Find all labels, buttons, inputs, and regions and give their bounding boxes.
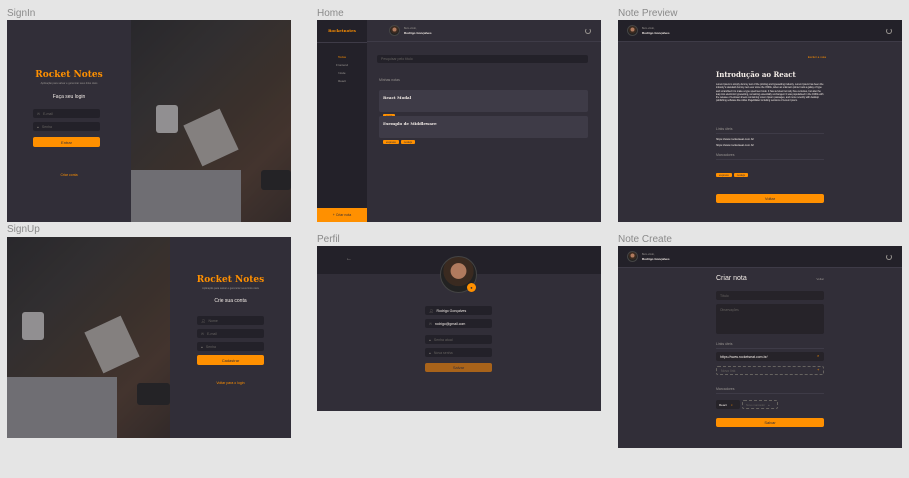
power-icon[interactable] [886,28,892,34]
mail-icon: ✉ [429,321,432,326]
frame-label-note-create: Note Create [618,234,672,245]
power-icon[interactable] [886,254,892,260]
note-title: React Modal [383,95,412,100]
user-name[interactable]: Rodrigo Gonçalves [642,257,670,261]
markers-title: Marcadores [716,387,735,391]
note-title: Introdução ao React [716,70,796,79]
current-password-input[interactable]: 🔒︎ Senha atual [425,335,492,344]
name-input[interactable]: 👤︎ Rodrigo Gonçalves [425,306,492,315]
user-icon: 👤︎ [201,318,206,323]
back-to-login-link[interactable]: Voltar para o login [170,381,291,385]
signin-button[interactable]: Entrar [33,137,100,147]
add-link-icon[interactable]: + [817,367,819,372]
sidebar-item-node[interactable]: Node [317,71,367,75]
preview-header: Bem-vindo, Rodrigo Gonçalves [618,20,902,42]
tag: nodejs [400,140,416,144]
signup-button[interactable]: Cadastrar [197,355,264,365]
avatar[interactable] [627,251,638,262]
search-input[interactable]: Pesquisar pelo título [377,55,588,63]
sidebar-brand: Rocketnotes [328,28,356,33]
user-name[interactable]: Rodrigo Gonçalves [404,31,432,35]
brand-title: Rocket Notes [196,275,265,285]
note-card[interactable]: Exemplo de Middleware express nodejs [379,116,588,144]
notes-textarea[interactable]: Observações [716,304,824,334]
password-input[interactable]: 🔒︎ Senha [197,342,264,351]
note-body: Lorem Ipsum is simply dummy text of the … [716,83,824,103]
add-tag-icon[interactable]: + [768,403,770,407]
frame-label-home: Home [317,8,344,19]
markers-title: Marcadores [716,153,735,157]
home-header: Bem-vindo, Rodrigo Gonçalves [367,20,601,42]
sidebar-item-react[interactable]: React [317,79,367,83]
new-link-input[interactable]: Novo link [716,366,824,375]
signup-title: Crie sua conta [214,298,247,304]
tag: nodejs [733,173,749,177]
link-item[interactable]: https://www.rocketseat.com.br/ [716,137,754,141]
tag: express [716,173,732,177]
signin-frame: Rocket Notes Aplicação para salvar e ger… [7,20,291,222]
frame-label-perfil: Perfil [317,234,340,245]
lock-icon: 🔒︎ [429,350,431,355]
email-input[interactable]: ✉ E-mail [33,109,100,118]
lock-icon: 🔒︎ [37,124,39,129]
sidebar-item-todos[interactable]: Todos [317,55,367,59]
sidebar: Rocketnotes Todos Frontend Node React + … [317,20,367,222]
background-photo [131,20,291,222]
save-button[interactable]: Salvar [425,363,492,372]
title-input[interactable]: Título [716,291,824,300]
lock-icon: 🔒︎ [429,337,431,342]
signup-frame: Rocket Notes Aplicação para salvar e ger… [7,237,291,438]
frame-label-signup: SignUp [7,224,40,235]
note-title: Exemplo de Middleware [383,121,437,126]
sidebar-item-frontend[interactable]: Frontend [317,63,367,67]
save-button[interactable]: Salvar [716,418,824,427]
email-input[interactable]: ✉ rodrigo@gmail.com [425,319,492,328]
mail-icon: ✉ [37,111,40,116]
note-card[interactable]: React Modal react [379,90,588,118]
tag: express [383,140,399,144]
links-title: Links úteis [716,342,733,346]
delete-note-link[interactable]: Excluir a nota [808,55,826,59]
brand-tagline: Aplicação para salvar e gerenciar seus l… [40,82,98,85]
links-title: Links úteis [716,127,733,131]
user-name[interactable]: Rodrigo Gonçalves [642,31,670,35]
brand-title: Rocket Notes [35,70,103,80]
back-link[interactable]: Voltar [816,277,824,281]
user-icon: 👤︎ [429,308,434,313]
note-create-frame: Bem-vindo, Rodrigo Gonçalves Criar nota … [618,246,902,448]
link-item: https://www.rocketseat.com.br/ [716,352,824,361]
camera-icon[interactable]: ● [467,283,476,292]
tag-item: React × [716,400,740,409]
frame-label-note-preview: Note Preview [618,8,678,19]
avatar[interactable] [389,25,400,36]
email-input[interactable]: ✉ E-mail [197,329,264,338]
remove-link-icon[interactable]: × [817,353,819,358]
avatar[interactable] [627,25,638,36]
frame-label-signin: SignIn [7,8,36,19]
back-button[interactable]: Voltar [716,194,824,203]
password-input[interactable]: 🔒︎ Senha [33,122,100,131]
power-icon[interactable] [585,28,591,34]
note-preview-frame: Bem-vindo, Rodrigo Gonçalves Excluir a n… [618,20,902,222]
perfil-frame: ← ● 👤︎ Rodrigo Gonçalves ✉ rodrigo@gmail.c… [317,246,601,411]
create-account-link[interactable]: Criar conta [7,173,131,177]
new-note-button[interactable]: + Criar nota [317,208,367,222]
section-title: Minhas notas [379,78,400,82]
remove-tag-icon[interactable]: × [731,403,733,407]
lock-icon: 🔒︎ [201,344,203,349]
link-item[interactable]: https://www.rocketseat.com.br/ [716,143,754,147]
create-header: Bem-vindo, Rodrigo Gonçalves [618,246,902,268]
back-arrow-icon[interactable]: ← [346,256,352,262]
new-password-input[interactable]: 🔒︎ Nova senha [425,348,492,357]
brand-tagline: Aplicação para salvar e gerenciar seus l… [202,287,259,290]
mail-icon: ✉ [201,331,204,336]
name-input[interactable]: 👤︎ Nome [197,316,264,325]
background-photo [7,237,170,438]
page-title: Criar nota [716,275,747,282]
home-frame: Rocketnotes Todos Frontend Node React + … [317,20,601,222]
new-tag-input[interactable]: Novo marcador + [742,400,778,409]
signin-title: Faça seu login [52,94,86,100]
